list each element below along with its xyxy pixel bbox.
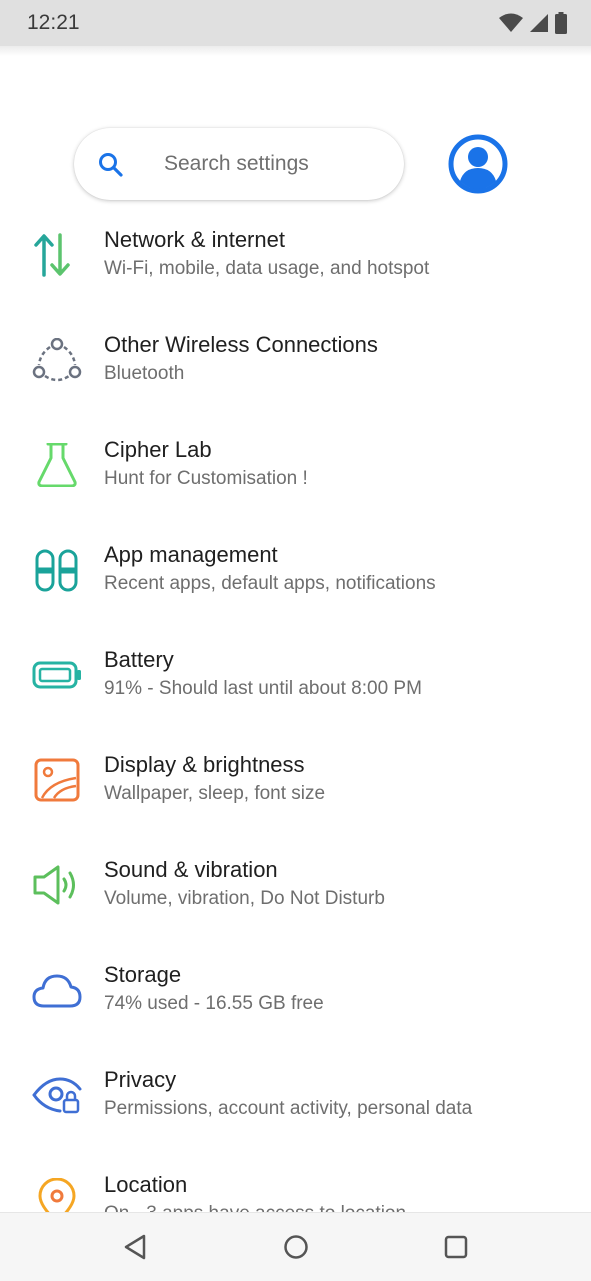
settings-item-network[interactable]: Network & internet Wi-Fi, mobile, data u… — [0, 201, 591, 306]
settings-item-subtitle: Wi-Fi, mobile, data usage, and hotspot — [104, 258, 430, 279]
settings-item-storage[interactable]: Storage 74% used - 16.55 GB free — [0, 936, 591, 1041]
settings-item-subtitle: 91% - Should last until about 8:00 PM — [104, 678, 422, 699]
battery-status-icon — [555, 12, 567, 34]
navigation-bar — [0, 1212, 591, 1281]
privacy-eye-icon — [32, 1077, 82, 1114]
settings-item-title: Network & internet — [104, 227, 285, 252]
settings-item-sound[interactable]: Sound & vibration Volume, vibration, Do … — [0, 831, 591, 936]
display-icon — [34, 758, 80, 802]
settings-item-app-management[interactable]: App management Recent apps, default apps… — [0, 516, 591, 621]
settings-item-wireless-connections[interactable]: Other Wireless Connections Bluetooth — [0, 306, 591, 411]
settings-item-subtitle: Hunt for Customisation ! — [104, 468, 308, 489]
flask-icon — [37, 443, 77, 487]
settings-item-title: Cipher Lab — [104, 437, 212, 462]
settings-item-battery[interactable]: Battery 91% - Should last until about 8:… — [0, 621, 591, 726]
back-icon[interactable] — [122, 1233, 150, 1261]
settings-item-title: Display & brightness — [104, 752, 305, 777]
battery-icon — [32, 661, 81, 689]
wifi-icon — [499, 13, 523, 32]
settings-item-privacy[interactable]: Privacy Permissions, account activity, p… — [0, 1041, 591, 1146]
settings-item-title: Battery — [104, 647, 174, 672]
settings-item-title: Privacy — [104, 1067, 177, 1092]
settings-item-title: Storage — [104, 962, 182, 987]
search-icon — [99, 153, 123, 177]
settings-item-title: App management — [104, 542, 278, 567]
settings-item-subtitle: Recent apps, default apps, notifications — [104, 573, 436, 594]
search-bar[interactable]: Search settings — [74, 128, 404, 200]
settings-item-title: Location — [104, 1172, 188, 1197]
settings-item-subtitle: Wallpaper, sleep, font size — [104, 783, 326, 804]
settings-item-display[interactable]: Display & brightness Wallpaper, sleep, f… — [0, 726, 591, 831]
settings-item-subtitle: Permissions, account activity, personal … — [104, 1098, 473, 1119]
status-time: 12:21 — [27, 11, 80, 34]
account-avatar-icon[interactable] — [448, 134, 508, 194]
home-icon[interactable] — [282, 1233, 310, 1261]
settings-item-subtitle: 74% used - 16.55 GB free — [104, 993, 324, 1014]
speaker-icon — [33, 865, 75, 905]
cloud-icon — [32, 974, 82, 1008]
status-bar: 12:21 — [0, 0, 591, 46]
network-arrows-icon — [34, 233, 70, 277]
settings-item-subtitle: Bluetooth — [104, 363, 185, 384]
apps-grid-icon — [35, 549, 78, 592]
settings-item-cipher-lab[interactable]: Cipher Lab Hunt for Customisation ! — [0, 411, 591, 516]
settings-list: Network & internet Wi-Fi, mobile, data u… — [0, 201, 591, 1251]
settings-item-title: Other Wireless Connections — [104, 332, 378, 357]
search-input[interactable]: Search settings — [164, 152, 309, 176]
recents-icon[interactable] — [442, 1233, 470, 1261]
connections-icon — [32, 338, 82, 382]
settings-item-subtitle: Volume, vibration, Do Not Disturb — [104, 888, 385, 909]
settings-item-title: Sound & vibration — [104, 857, 278, 882]
signal-icon — [530, 14, 548, 32]
